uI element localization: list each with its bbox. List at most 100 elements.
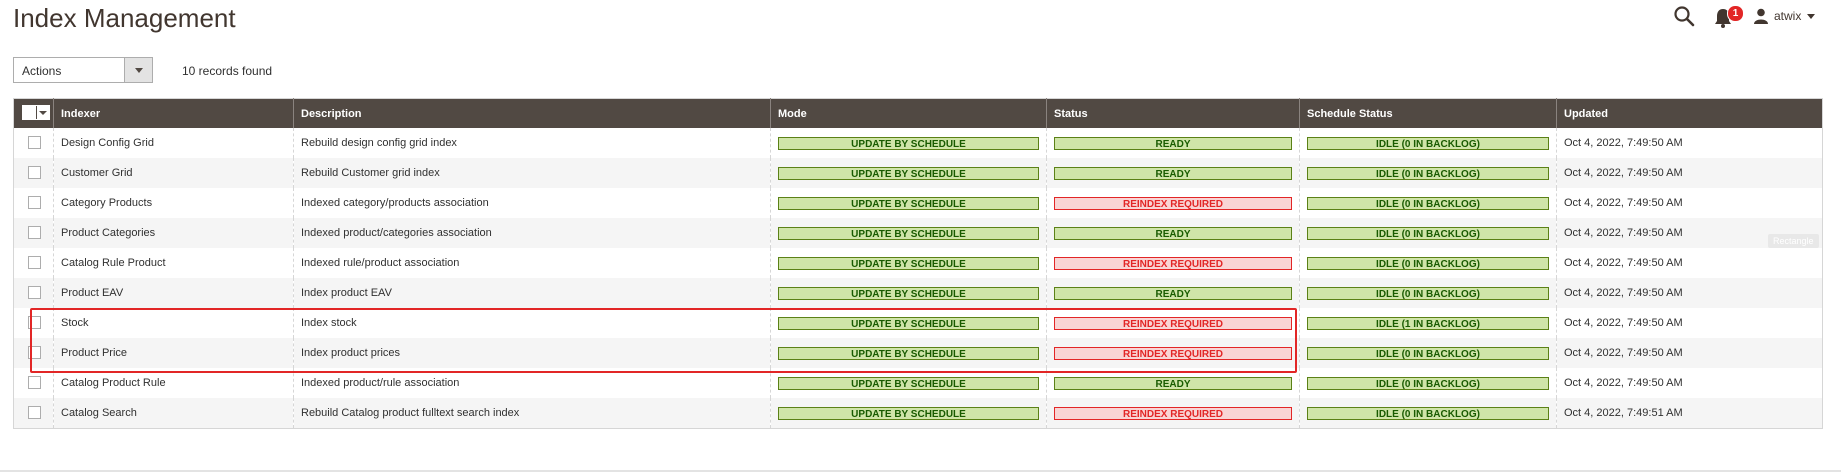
row-select-cell[interactable] [13,218,54,248]
cell-description: Index stock [293,308,771,338]
cell-status: REINDEX REQUIRED [1046,248,1300,278]
grid-header-row: Indexer Description Mode Status Schedule… [13,98,1823,128]
row-select-cell[interactable] [13,278,54,308]
schedule-status-badge: IDLE (0 IN BACKLOG) [1307,196,1549,210]
table-row[interactable]: Catalog Product Rule Indexed product/rule… [14,368,1823,398]
row-select-cell[interactable] [13,158,54,188]
chevron-down-icon [1807,13,1816,19]
row-checkbox[interactable] [28,136,41,149]
notifications-button[interactable]: 1 [1713,5,1744,29]
cell-schedule-status: IDLE (1 IN BACKLOG) [1299,308,1557,338]
mass-select-header[interactable] [13,98,54,128]
cell-schedule-status: IDLE (0 IN BACKLOG) [1299,188,1557,218]
notifications-badge: 1 [1727,5,1744,22]
row-checkbox[interactable] [28,166,41,179]
row-select-cell[interactable] [14,128,54,158]
row-select-cell[interactable] [13,398,54,429]
status-badge: REINDEX REQUIRED [1054,196,1292,210]
row-select-cell[interactable] [14,188,54,218]
cell-status: READY [1046,158,1300,188]
schedule-status-badge: IDLE (1 IN BACKLOG) [1307,316,1549,330]
cell-schedule-status: IDLE (0 IN BACKLOG) [1299,248,1557,278]
cell-status: REINDEX REQUIRED [1046,398,1300,429]
cell-indexer: Stock [53,308,294,338]
table-row[interactable]: Category Products Indexed category/produc… [14,188,1823,218]
table-row[interactable]: Product Categories Indexed product/catego… [13,218,1823,248]
table-row[interactable]: Stock Index stock UPDATE BY SCHEDULE REINDE… [14,308,1823,338]
user-name: atwix [1774,9,1802,23]
schedule-status-badge: IDLE (0 IN BACKLOG) [1307,136,1549,150]
cell-updated: Oct 4, 2022, 7:49:51 AM [1556,398,1823,429]
status-badge: READY [1054,136,1292,150]
schedule-status-badge: IDLE (0 IN BACKLOG) [1307,376,1549,390]
row-select-cell[interactable] [14,308,54,338]
column-header-schedule-status[interactable]: Schedule Status [1299,98,1557,128]
column-header-indexer[interactable]: Indexer [53,98,294,128]
table-row[interactable]: Catalog Search Rebuild Catalog product fu… [13,398,1823,429]
search-icon[interactable] [1673,5,1695,27]
row-checkbox[interactable] [28,316,41,329]
schedule-status-badge: IDLE (0 IN BACKLOG) [1307,286,1549,300]
cell-schedule-status: IDLE (0 IN BACKLOG) [1299,398,1557,429]
row-checkbox[interactable] [28,346,41,359]
table-row[interactable]: Customer Grid Rebuild Customer grid index… [13,158,1823,188]
cell-status: REINDEX REQUIRED [1046,308,1300,338]
cell-indexer: Product Categories [53,218,294,248]
column-header-status[interactable]: Status [1046,98,1300,128]
cell-indexer: Catalog Rule Product [53,248,294,278]
mass-actions-dropdown[interactable]: Actions [13,57,153,83]
schedule-status-badge: IDLE (0 IN BACKLOG) [1307,166,1549,180]
cell-mode: UPDATE BY SCHEDULE [770,248,1047,278]
cell-mode: UPDATE BY SCHEDULE [770,368,1047,398]
table-row[interactable]: Catalog Rule Product Indexed rule/product… [14,248,1823,278]
row-select-cell[interactable] [13,338,54,368]
mode-badge: UPDATE BY SCHEDULE [778,136,1039,150]
column-header-updated[interactable]: Updated [1556,98,1823,128]
cell-description: Rebuild Customer grid index [293,158,771,188]
cell-indexer: Catalog Search [53,398,294,429]
cell-schedule-status: IDLE (0 IN BACKLOG) [1299,278,1557,308]
column-header-description[interactable]: Description [293,98,771,128]
cell-description: Indexed product/categories association [293,218,771,248]
mode-badge: UPDATE BY SCHEDULE [778,196,1039,210]
cell-schedule-status: IDLE (0 IN BACKLOG) [1299,158,1557,188]
cell-schedule-status: IDLE (0 IN BACKLOG) [1299,338,1557,368]
row-checkbox[interactable] [28,406,41,419]
mode-badge: UPDATE BY SCHEDULE [778,226,1039,240]
mode-badge: UPDATE BY SCHEDULE [778,406,1039,420]
cell-description: Indexed rule/product association [293,248,771,278]
column-header-mode[interactable]: Mode [770,98,1047,128]
cell-updated: Oct 4, 2022, 7:49:50 AM [1556,308,1823,338]
cell-updated: Oct 4, 2022, 7:49:50 AM [1556,368,1823,398]
cell-updated: Oct 4, 2022, 7:49:50 AM [1556,188,1823,218]
cell-description: Index product prices [293,338,771,368]
cell-status: REINDEX REQUIRED [1046,188,1300,218]
mode-badge: UPDATE BY SCHEDULE [778,316,1039,330]
table-row[interactable]: Design Config Grid Rebuild design config … [14,128,1823,158]
mass-select-checkbox[interactable] [22,104,50,120]
cell-mode: UPDATE BY SCHEDULE [770,128,1047,158]
row-checkbox[interactable] [28,286,41,299]
table-row[interactable]: Product EAV Index product EAV UPDATE BY SC… [13,278,1823,308]
cell-schedule-status: IDLE (0 IN BACKLOG) [1299,368,1557,398]
cell-indexer: Category Products [53,188,294,218]
indexer-grid: Indexer Description Mode Status Schedule… [13,98,1823,429]
cell-status: READY [1046,218,1300,248]
user-icon [1754,8,1768,24]
row-checkbox[interactable] [28,196,41,209]
schedule-status-badge: IDLE (0 IN BACKLOG) [1307,406,1549,420]
chevron-down-icon[interactable] [36,105,49,119]
row-select-cell[interactable] [14,368,54,398]
footer-divider [0,470,1841,472]
chevron-down-icon[interactable] [124,58,152,82]
mode-badge: UPDATE BY SCHEDULE [778,166,1039,180]
status-badge: READY [1054,286,1292,300]
status-badge: REINDEX REQUIRED [1054,406,1292,420]
checkbox-icon [23,105,34,117]
row-checkbox[interactable] [28,256,41,269]
row-checkbox[interactable] [28,376,41,389]
table-row[interactable]: Product Price Index product prices UPDATE … [13,338,1823,368]
row-checkbox[interactable] [28,226,41,239]
user-menu[interactable]: atwix [1754,5,1816,27]
row-select-cell[interactable] [14,248,54,278]
